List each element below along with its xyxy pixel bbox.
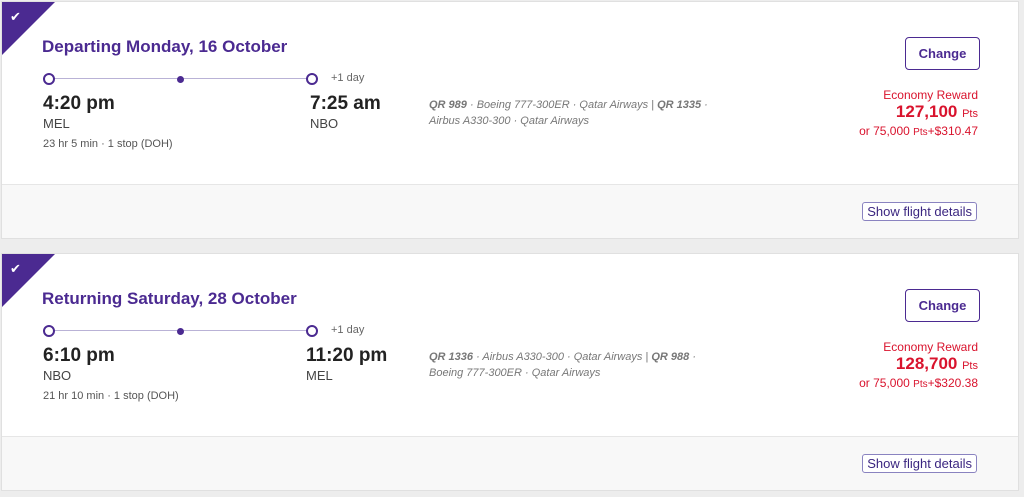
- destination-node: [306, 325, 318, 337]
- origin-node: [43, 325, 55, 337]
- flight-card-footer: Show flight details: [2, 436, 1018, 490]
- day-offset: +1 day: [331, 72, 365, 84]
- points-price: 128,700 Pts: [859, 354, 978, 376]
- flight-separator: ·: [701, 99, 708, 111]
- points-value: 128,700: [895, 354, 958, 373]
- leg-heading: Returning Saturday, 28 October: [42, 289, 297, 308]
- show-flight-details-button[interactable]: Show flight details: [862, 202, 977, 221]
- points-unit: Pts: [962, 360, 978, 372]
- leg-heading: Departing Monday, 16 October: [42, 37, 288, 56]
- alt-cash: +$320.38: [927, 376, 978, 390]
- flight-card-summary: ✔ Departing Monday, 16 October +1 day 4:…: [2, 2, 1018, 185]
- flight-card-departing: ✔ Departing Monday, 16 October +1 day 4:…: [1, 1, 1019, 239]
- flight-card-returning: ✔ Returning Saturday, 28 October +1 day …: [1, 253, 1019, 491]
- destination-node: [306, 73, 318, 85]
- alt-points-unit: Pts: [913, 379, 928, 390]
- flight-card-footer: Show flight details: [2, 184, 1018, 238]
- arrive-time: 11:20 pm: [306, 345, 388, 366]
- stop-node: [177, 328, 184, 335]
- day-offset: +1 day: [331, 324, 365, 336]
- depart-time: 6:10 pm: [43, 345, 115, 366]
- alt-points: or 75,000: [859, 124, 914, 138]
- arrive-airport: NBO: [310, 116, 339, 131]
- route-timeline: [43, 73, 318, 85]
- flight-aircraft-2: Boeing 777-300ER · Qatar Airways: [429, 367, 601, 379]
- origin-node: [43, 73, 55, 85]
- flight-aircraft: · Boeing 777-300ER · Qatar Airways |: [466, 99, 658, 111]
- flight-number: QR 989: [429, 99, 467, 111]
- points-plus-cash: or 75,000 Pts+$310.47: [859, 124, 978, 138]
- flight-info: QR 989 · Boeing 777-300ER · Qatar Airway…: [429, 97, 749, 129]
- points-price: 127,100 Pts: [859, 102, 978, 124]
- flight-aircraft: · Airbus A330-300 · Qatar Airways |: [473, 351, 652, 363]
- points-value: 127,100: [895, 102, 958, 121]
- depart-airport: NBO: [43, 368, 72, 383]
- arrive-airport: MEL: [306, 368, 333, 383]
- alt-cash: +$310.47: [927, 124, 978, 138]
- depart-time: 4:20 pm: [43, 93, 115, 114]
- alt-points: or 75,000: [859, 376, 914, 390]
- reward-type: Economy Reward: [883, 340, 978, 354]
- flight-number-2: QR 988: [651, 351, 690, 363]
- change-button[interactable]: Change: [905, 37, 980, 70]
- show-flight-details-button[interactable]: Show flight details: [862, 454, 977, 473]
- price-block: Economy Reward 127,100 Pts or 75,000 Pts…: [859, 88, 978, 138]
- flight-separator: ·: [689, 351, 696, 363]
- check-icon: ✔: [10, 261, 21, 276]
- reward-type: Economy Reward: [883, 88, 978, 102]
- duration-stops: 23 hr 5 min · 1 stop (DOH): [43, 138, 173, 150]
- price-block: Economy Reward 128,700 Pts or 75,000 Pts…: [859, 340, 978, 390]
- flight-card-summary: ✔ Returning Saturday, 28 October +1 day …: [2, 254, 1018, 437]
- arrive-time: 7:25 am: [310, 93, 381, 114]
- check-icon: ✔: [10, 9, 21, 24]
- points-unit: Pts: [962, 108, 978, 120]
- change-button[interactable]: Change: [905, 289, 980, 322]
- flight-number: QR 1336: [429, 351, 474, 363]
- duration-stops: 21 hr 10 min · 1 stop (DOH): [43, 390, 179, 402]
- alt-points-unit: Pts: [913, 127, 928, 138]
- flight-info: QR 1336 · Airbus A330-300 · Qatar Airway…: [429, 349, 749, 381]
- stop-node: [177, 76, 184, 83]
- points-plus-cash: or 75,000 Pts+$320.38: [859, 376, 978, 390]
- route-timeline: [43, 325, 318, 337]
- flight-aircraft-2: Airbus A330-300 · Qatar Airways: [429, 115, 589, 127]
- flight-number-2: QR 1335: [657, 99, 702, 111]
- depart-airport: MEL: [43, 116, 70, 131]
